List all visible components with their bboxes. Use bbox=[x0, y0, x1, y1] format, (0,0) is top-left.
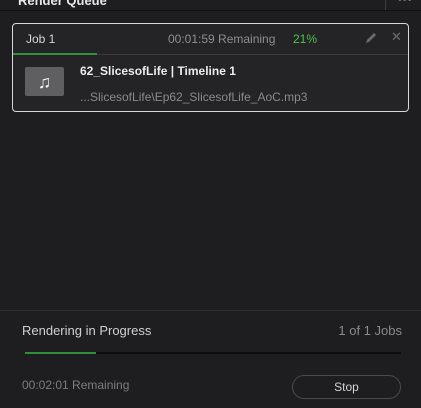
music-note-icon: ♫ bbox=[37, 71, 52, 92]
stop-button[interactable]: Stop bbox=[292, 375, 401, 399]
job-label: Job 1 bbox=[26, 32, 56, 46]
close-icon[interactable]: ✕ bbox=[391, 29, 402, 45]
job-header: Job 1 00:01:59 Remaining 21% ✕ bbox=[13, 24, 408, 55]
render-progress-fill bbox=[25, 352, 97, 354]
render-status: Rendering in Progress bbox=[22, 323, 152, 338]
clip-path: ...SlicesofLife\Ep62_SlicesofLife_AoC.mp… bbox=[80, 90, 308, 104]
total-remaining-time: 00:02:01 Remaining bbox=[22, 378, 130, 392]
panel-title: Render Queue bbox=[18, 0, 107, 8]
render-progress-track bbox=[25, 352, 401, 354]
panel-header: Render Queue ••• bbox=[0, 0, 421, 11]
header-divider bbox=[385, 0, 386, 10]
job-percent: 21% bbox=[293, 32, 318, 46]
pencil-icon[interactable] bbox=[364, 31, 378, 45]
more-options-icon[interactable]: ••• bbox=[398, 0, 413, 6]
job-progress-bar bbox=[13, 53, 97, 55]
clip-title: 62_SlicesofLife | Timeline 1 bbox=[80, 64, 236, 78]
audio-thumbnail: ♫ bbox=[25, 67, 64, 96]
job-card[interactable]: Job 1 00:01:59 Remaining 21% ✕ ♫ 62_Slic… bbox=[12, 23, 409, 112]
job-remaining-time: 00:01:59 Remaining bbox=[168, 32, 276, 46]
render-footer: Rendering in Progress 1 of 1 Jobs 00:02:… bbox=[0, 310, 421, 408]
jobs-count: 1 of 1 Jobs bbox=[338, 323, 402, 338]
